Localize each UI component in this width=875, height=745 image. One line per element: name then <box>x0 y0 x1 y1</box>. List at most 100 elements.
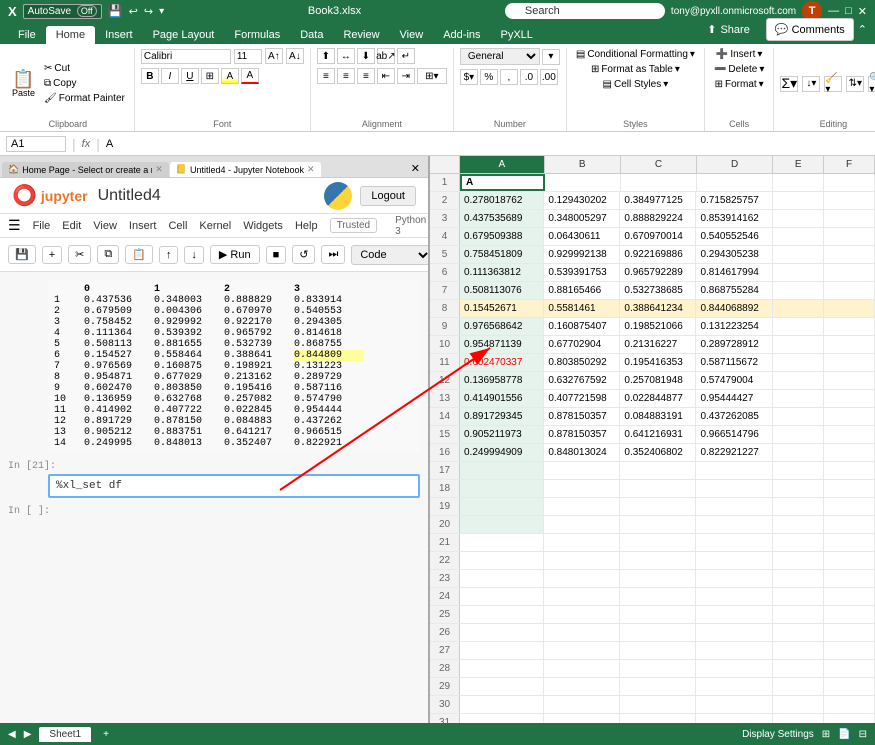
font-size-input[interactable] <box>234 49 262 64</box>
tab-insert[interactable]: Insert <box>95 26 143 44</box>
add-sheet-btn[interactable]: + <box>99 729 113 740</box>
cut-button[interactable]: ✂ Cut <box>41 62 128 75</box>
restart-btn[interactable]: ↺ <box>292 245 315 264</box>
tab-add-ins[interactable]: Add-ins <box>433 26 490 44</box>
cell-E2[interactable] <box>773 192 824 209</box>
cell-D3[interactable]: 0.853914162 <box>696 210 772 227</box>
menu-item-view[interactable]: View <box>93 220 117 232</box>
font-color-button[interactable]: A <box>241 68 259 84</box>
align-middle-button[interactable]: ↔ <box>337 48 355 64</box>
jupyter-tab-home[interactable]: 🏠 Home Page - Select or create a noteboo… <box>2 162 169 177</box>
decrease-decimal-button[interactable]: .0 <box>520 69 538 85</box>
menu-item-file[interactable]: File <box>33 220 51 232</box>
align-center-button[interactable]: ≡ <box>337 68 355 84</box>
tab-home[interactable]: Home <box>46 26 95 44</box>
cell-A3[interactable]: 0.437535689 <box>460 210 544 227</box>
tab-pyxll[interactable]: PyXLL <box>491 26 543 44</box>
format-button[interactable]: ⊞ Format ▾ <box>712 78 767 91</box>
move-up-btn[interactable]: ↑ <box>159 246 179 264</box>
cell-E1[interactable] <box>773 174 824 191</box>
insert-button[interactable]: ➕ Insert ▾ <box>713 48 766 61</box>
cell-type-select[interactable]: Code Markdown Raw <box>351 245 430 265</box>
name-box[interactable] <box>6 136 66 152</box>
restart-run-btn[interactable]: ⏭ <box>321 245 345 264</box>
menu-item-kernel[interactable]: Kernel <box>199 220 231 232</box>
align-right-button[interactable]: ≡ <box>357 68 375 84</box>
save-notebook-btn[interactable]: 💾 <box>8 245 36 264</box>
number-format-select[interactable]: General Number Currency <box>460 48 540 65</box>
cell-B1[interactable] <box>545 174 621 191</box>
autosave-badge[interactable]: AutoSave Off <box>23 4 102 19</box>
notebook-tab-close[interactable]: ✕ <box>307 164 315 175</box>
comma-button[interactable]: , <box>500 69 518 85</box>
run-button[interactable]: ▶ Run <box>210 245 260 264</box>
align-left-button[interactable]: ≡ <box>317 68 335 84</box>
col-header-E[interactable]: E <box>773 156 824 173</box>
cell-D2[interactable]: 0.715825757 <box>696 192 772 209</box>
increase-indent-button[interactable]: ⇥ <box>397 68 415 84</box>
clear-button[interactable]: 🧹▾ <box>824 76 842 92</box>
delete-button[interactable]: ➖ Delete ▾ <box>711 63 767 76</box>
col-header-A[interactable]: A <box>460 156 545 173</box>
save-icon[interactable]: 💾 <box>108 4 123 18</box>
scroll-left-btn[interactable]: ◀ <box>8 729 16 740</box>
comments-button[interactable]: 💬 Comments <box>766 18 854 41</box>
menu-item-insert[interactable]: Insert <box>129 220 157 232</box>
cell-B3[interactable]: 0.348005297 <box>544 210 620 227</box>
share-button[interactable]: ⬆ Share <box>695 19 762 40</box>
cell-F1[interactable] <box>824 174 875 191</box>
minimize-btn[interactable]: — <box>828 5 839 17</box>
border-button[interactable]: ⊞ <box>201 68 219 84</box>
currency-button[interactable]: $▾ <box>460 69 478 85</box>
menu-item-cell[interactable]: Cell <box>168 220 187 232</box>
cell-F2[interactable] <box>824 192 875 209</box>
increase-decimal-button[interactable]: .00 <box>540 69 558 85</box>
format-painter-button[interactable]: 🖌 Format Painter <box>41 92 128 105</box>
italic-button[interactable]: I <box>161 68 179 84</box>
panel-close-btn[interactable]: ✕ <box>405 160 426 177</box>
copy-button[interactable]: ⧉ Copy <box>41 77 128 90</box>
autosave-toggle[interactable]: Off <box>77 5 97 17</box>
tab-page-layout[interactable]: Page Layout <box>143 26 225 44</box>
find-select-button[interactable]: 🔍▾ <box>868 76 875 92</box>
scroll-right-btn[interactable]: ▶ <box>24 729 32 740</box>
formula-input[interactable] <box>106 138 869 150</box>
page-layout-btn[interactable]: 📄 <box>838 729 850 740</box>
grid-view-btn[interactable]: ⊞ <box>822 729 830 740</box>
tab-formulas[interactable]: Formulas <box>224 26 290 44</box>
cell-C1[interactable] <box>621 174 697 191</box>
cell-input-21[interactable]: %xl_set df <box>8 474 420 498</box>
conditional-formatting-button[interactable]: ▤ Conditional Formatting ▾ <box>573 48 698 61</box>
bold-button[interactable]: B <box>141 68 159 84</box>
font-shrink-icon[interactable]: A↓ <box>286 48 304 64</box>
paste-cell-btn[interactable]: 📋 <box>125 245 153 264</box>
logout-button[interactable]: Logout <box>360 186 416 206</box>
cell-C2[interactable]: 0.384977125 <box>620 192 696 209</box>
sheet-tab-sheet1[interactable]: Sheet1 <box>39 727 91 742</box>
tab-file[interactable]: File <box>8 26 46 44</box>
align-bottom-button[interactable]: ⬇ <box>357 48 375 64</box>
number-format-expand-icon[interactable]: ▾ <box>542 49 560 65</box>
format-as-table-button[interactable]: ⊞ Format as Table ▾ <box>588 63 683 76</box>
copy-cell-btn[interactable]: ⧉ <box>97 245 119 264</box>
ribbon-collapse-btn[interactable]: ⌃ <box>858 23 867 36</box>
close-btn[interactable]: ✕ <box>858 5 867 18</box>
redo-icon[interactable]: ↪ <box>144 5 153 18</box>
font-name-input[interactable] <box>141 49 231 64</box>
fill-color-button[interactable]: A <box>221 68 239 84</box>
merge-center-button[interactable]: ⊞▾ <box>417 68 447 84</box>
home-tab-close[interactable]: ✕ <box>155 164 163 175</box>
add-cell-btn[interactable]: + <box>42 246 62 264</box>
tab-data[interactable]: Data <box>290 26 333 44</box>
col-header-B[interactable]: B <box>545 156 621 173</box>
paste-button[interactable]: 📋 Paste <box>8 68 39 100</box>
cell-styles-button[interactable]: ▤ Cell Styles ▾ <box>600 78 672 91</box>
col-header-F[interactable]: F <box>824 156 875 173</box>
cell-A2[interactable]: 0.278018762 <box>460 192 544 209</box>
cell-C3[interactable]: 0.888829224 <box>620 210 696 227</box>
notebook-title[interactable]: Untitled4 <box>98 187 161 205</box>
search-box[interactable]: Search <box>505 3 665 19</box>
cell-B2[interactable]: 0.129430202 <box>544 192 620 209</box>
page-break-btn[interactable]: ⊟ <box>859 729 867 740</box>
menu-item-help[interactable]: Help <box>295 220 318 232</box>
